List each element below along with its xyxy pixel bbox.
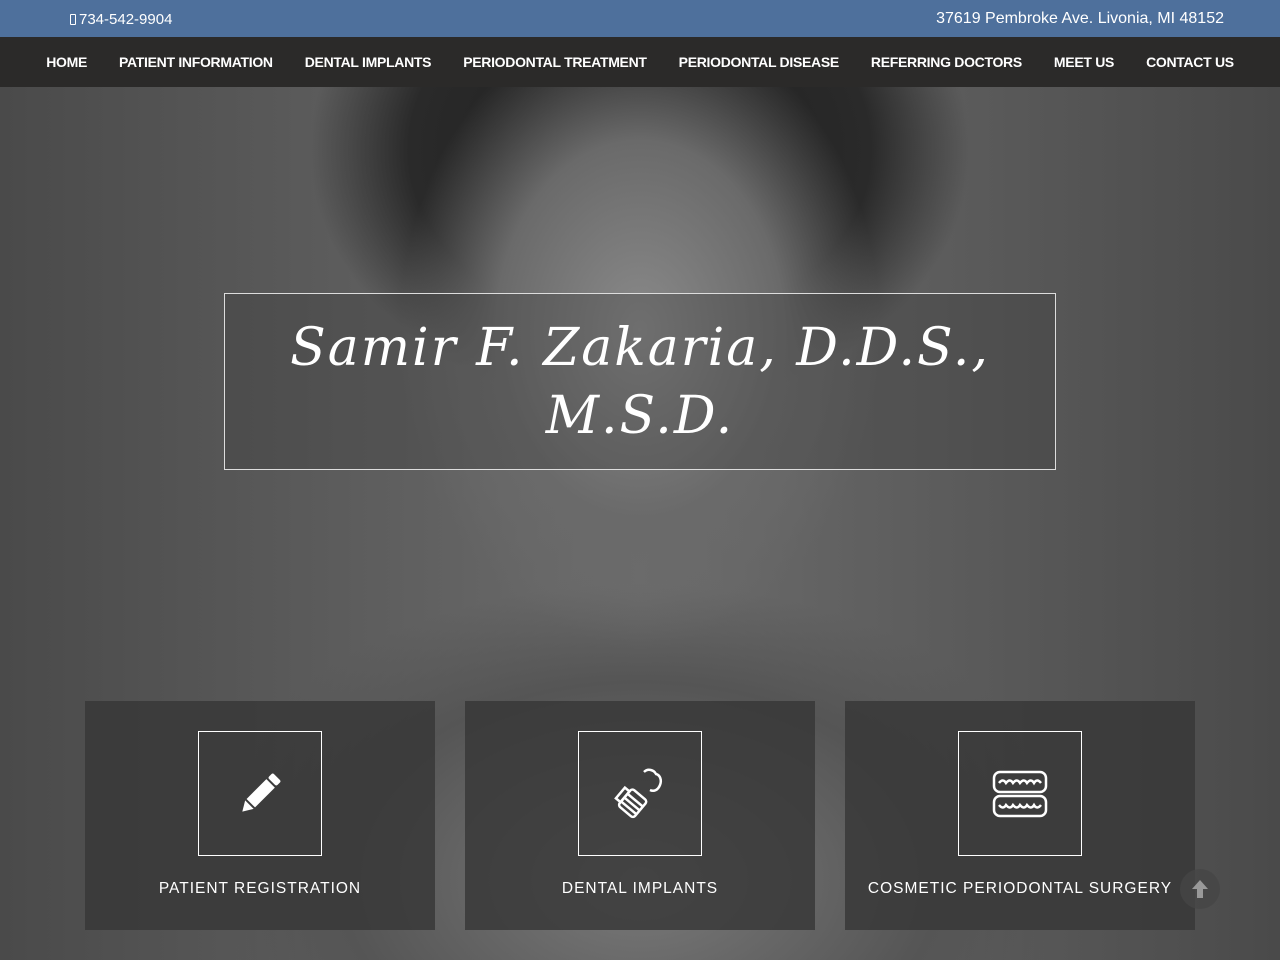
phone-number: 734-542-9904 bbox=[79, 11, 173, 28]
card-label: PATIENT REGISTRATION bbox=[158, 880, 362, 897]
nav-patient-information[interactable]: PATIENT INFORMATION bbox=[103, 54, 289, 70]
card-patient-registration[interactable]: PATIENT REGISTRATION bbox=[85, 701, 435, 930]
card-dental-implants[interactable]: DENTAL IMPLANTS bbox=[465, 701, 815, 930]
dentures-icon bbox=[992, 770, 1048, 817]
card-cosmetic-periodontal-surgery[interactable]: COSMETIC PERIODONTAL SURGERY bbox=[845, 701, 1195, 930]
nav-home[interactable]: HOME bbox=[30, 54, 103, 70]
mobile-phone-icon bbox=[70, 14, 76, 25]
pencil-icon bbox=[242, 773, 281, 812]
nav-periodontal-treatment[interactable]: PERIODONTAL TREATMENT bbox=[447, 54, 662, 70]
top-bar: 734-542-9904 37619 Pembroke Ave. Livonia… bbox=[0, 0, 1280, 37]
icon-frame bbox=[578, 731, 702, 856]
nav-referring-doctors[interactable]: REFERRING DOCTORS bbox=[855, 54, 1038, 70]
nav-meet-us[interactable]: MEET US bbox=[1038, 54, 1130, 70]
icon-frame bbox=[198, 731, 322, 856]
phone-link[interactable]: 734-542-9904 bbox=[70, 11, 172, 28]
arrow-up-icon bbox=[1192, 880, 1208, 898]
card-label: COSMETIC PERIODONTAL SURGERY bbox=[867, 880, 1173, 897]
dental-implant-icon bbox=[614, 768, 663, 818]
main-nav: HOME PATIENT INFORMATION DENTAL IMPLANTS… bbox=[0, 37, 1280, 87]
hero-title-box: Samir F. Zakaria, D.D.S., M.S.D. bbox=[224, 293, 1056, 470]
address: 37619 Pembroke Ave. Livonia, MI 48152 bbox=[936, 10, 1224, 27]
nav-contact-us[interactable]: CONTACT US bbox=[1130, 54, 1250, 70]
scroll-to-top-button[interactable] bbox=[1180, 869, 1220, 909]
nav-periodontal-disease[interactable]: PERIODONTAL DISEASE bbox=[663, 54, 855, 70]
nav-dental-implants[interactable]: DENTAL IMPLANTS bbox=[289, 54, 447, 70]
icon-frame bbox=[958, 731, 1082, 856]
card-label: DENTAL IMPLANTS bbox=[561, 880, 719, 897]
hero-title: Samir F. Zakaria, D.D.S., M.S.D. bbox=[290, 317, 990, 446]
